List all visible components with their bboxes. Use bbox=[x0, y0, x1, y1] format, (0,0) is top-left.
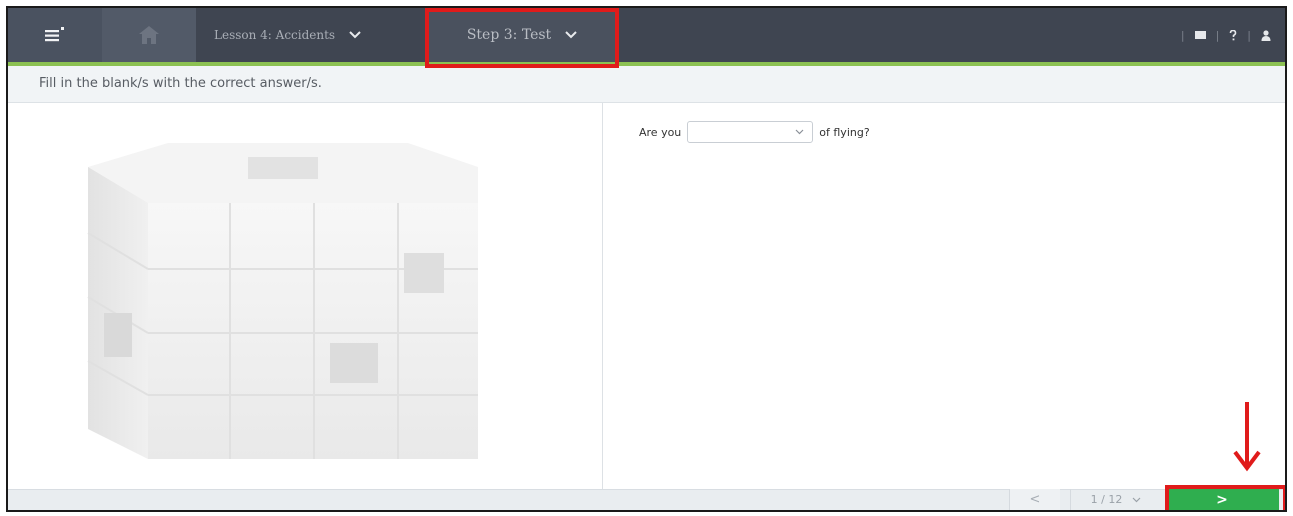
instruction-bar: Fill in the blank/s with the correct ans… bbox=[8, 66, 1285, 103]
down-arrow-annotation bbox=[1233, 402, 1261, 472]
step-highlight-box bbox=[425, 8, 619, 68]
previous-button[interactable]: < bbox=[1009, 489, 1060, 510]
question-pane: Are you of flying? bbox=[603, 103, 1285, 489]
menu-icon bbox=[45, 27, 64, 42]
white-cube-image bbox=[87, 143, 478, 459]
question-suffix: of flying? bbox=[819, 125, 870, 139]
chevron-down-icon bbox=[795, 129, 804, 135]
chevron-down-icon bbox=[349, 31, 361, 39]
top-bar: Lesson 4: Accidents Step 3: Test | | | bbox=[8, 8, 1285, 62]
previous-symbol: < bbox=[1029, 492, 1041, 507]
home-button[interactable] bbox=[102, 8, 196, 62]
user-icon[interactable] bbox=[1261, 29, 1271, 41]
next-highlight-box bbox=[1165, 485, 1285, 510]
divider: | bbox=[1247, 28, 1251, 42]
help-icon[interactable] bbox=[1229, 29, 1237, 41]
menu-button[interactable] bbox=[8, 8, 102, 62]
mail-icon[interactable] bbox=[1194, 31, 1206, 39]
lesson-window: Lesson 4: Accidents Step 3: Test | | | F… bbox=[6, 6, 1287, 512]
question-prefix: Are you bbox=[639, 125, 682, 139]
instruction-text: Fill in the blank/s with the correct ans… bbox=[39, 76, 322, 91]
lesson-label: Lesson 4: Accidents bbox=[214, 28, 336, 42]
divider: | bbox=[1180, 28, 1185, 42]
divider: | bbox=[1215, 28, 1220, 42]
answer-dropdown[interactable] bbox=[687, 121, 814, 143]
chevron-down-icon bbox=[1132, 497, 1141, 502]
lesson-selector[interactable]: Lesson 4: Accidents bbox=[214, 8, 361, 62]
top-right-tools: | | | bbox=[1181, 8, 1271, 62]
fill-blank-question: Are you of flying? bbox=[639, 121, 870, 143]
illustration-pane bbox=[8, 103, 603, 489]
home-icon bbox=[139, 26, 159, 44]
page-indicator: 1 / 12 bbox=[1090, 493, 1123, 506]
page-selector[interactable]: 1 / 12 bbox=[1070, 489, 1161, 510]
